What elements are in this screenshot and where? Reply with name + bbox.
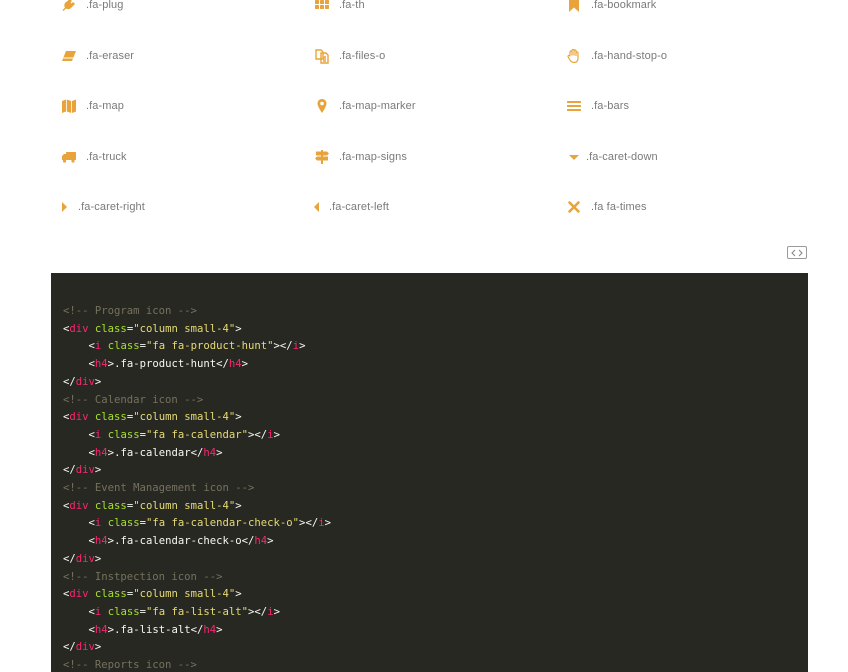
icon-label: .fa-map-marker <box>339 100 416 112</box>
icon-label: .fa-th <box>339 0 365 11</box>
code-line: </div> <box>63 552 102 565</box>
icon-label: .fa-plug <box>86 0 124 11</box>
code-line: <i class="fa fa-list-alt"></i> <box>88 605 280 618</box>
icon-label: .fa-caret-left <box>329 201 390 213</box>
icon-label: .fa-bars <box>591 100 630 112</box>
code-content: <!-- Program icon --> <div class="column … <box>51 273 808 672</box>
map-marker-icon <box>313 97 331 115</box>
icon-label: .fa fa-times <box>591 201 647 213</box>
icon-label: .fa-eraser <box>86 50 135 62</box>
icon-item-caret-left[interactable]: .fa-caret-left <box>311 195 389 219</box>
caret-left-icon <box>311 198 323 216</box>
code-line: <!-- Reports icon --> <box>63 659 197 672</box>
code-line: <!-- Program icon --> <box>63 305 197 317</box>
code-line: <i class="fa fa-calendar"></i> <box>88 428 280 441</box>
icon-item-caret-down[interactable]: .fa-caret-down <box>565 145 658 169</box>
code-line: <div class="column small-4"> <box>63 499 242 512</box>
code-line: <h4>.fa-calendar-check-o</h4> <box>88 535 274 548</box>
icon-row: .fa-eraser .fa-files-o .fa-hand-stop-o <box>58 44 818 68</box>
icon-grid: .fa-plug .fa-th .fa-bookmark .fa-eraser <box>58 0 818 230</box>
caret-down-icon <box>565 148 583 166</box>
icon-item-bookmark[interactable]: .fa-bookmark <box>565 0 656 17</box>
icon-row: .fa-caret-right .fa-caret-left .fa fa-ti… <box>58 195 818 219</box>
code-line: <h4>.fa-calendar</h4> <box>88 446 223 459</box>
icon-label: .fa-map <box>86 100 124 112</box>
code-line: <div class="column small-4"> <box>63 411 242 424</box>
times-icon <box>565 198 583 216</box>
code-line: <div class="column small-4"> <box>63 588 242 601</box>
icon-item-caret-right[interactable]: .fa-caret-right <box>58 195 145 219</box>
map-icon <box>60 97 78 115</box>
code-toggle-button[interactable] <box>787 246 807 259</box>
code-line: <i class="fa fa-product-hunt"></i> <box>88 340 306 353</box>
bars-icon <box>565 97 583 115</box>
icon-label: .fa-hand-stop-o <box>591 50 668 62</box>
code-block: <!-- Program icon --> <div class="column … <box>51 273 808 672</box>
plug-icon <box>60 0 78 14</box>
hand-stop-o-icon <box>565 47 583 65</box>
icon-item-times[interactable]: .fa fa-times <box>565 195 647 219</box>
code-line: <!-- Calendar icon --> <box>63 393 204 406</box>
code-icon <box>791 249 803 257</box>
icon-item-map[interactable]: .fa-map <box>60 94 124 118</box>
icon-item-bars[interactable]: .fa-bars <box>565 94 629 118</box>
code-line: <h4>.fa-product-hunt</h4> <box>88 358 249 371</box>
icon-row: .fa-plug .fa-th .fa-bookmark <box>58 0 818 17</box>
icon-label: .fa-truck <box>86 151 127 163</box>
code-line: </div> <box>63 464 102 477</box>
files-o-icon <box>313 47 331 65</box>
caret-right-icon <box>58 198 70 216</box>
code-line: </div> <box>63 641 102 654</box>
code-line: <!-- Event Management icon --> <box>63 482 255 495</box>
icon-item-plug[interactable]: .fa-plug <box>60 0 124 17</box>
icon-item-map-signs[interactable]: .fa-map-signs <box>313 145 407 169</box>
icon-item-hand-stop-o[interactable]: .fa-hand-stop-o <box>565 44 667 68</box>
map-signs-icon <box>313 148 331 166</box>
icon-item-truck[interactable]: .fa-truck <box>60 145 127 169</box>
icon-item-th[interactable]: .fa-th <box>313 0 365 17</box>
icon-row: .fa-truck .fa-map-signs .fa-caret-down <box>58 145 818 169</box>
truck-icon <box>60 148 78 166</box>
icon-row: .fa-map .fa-map-marker .fa-bars <box>58 94 818 118</box>
eraser-icon <box>60 47 78 65</box>
th-icon <box>313 0 331 14</box>
icon-item-files-o[interactable]: .fa-files-o <box>313 44 385 68</box>
icon-label: .fa-bookmark <box>591 0 657 11</box>
icon-label: .fa-files-o <box>339 50 386 62</box>
icon-label: .fa-caret-down <box>586 151 658 163</box>
icon-item-map-marker[interactable]: .fa-map-marker <box>313 94 416 118</box>
code-line: <h4>.fa-list-alt</h4> <box>88 623 223 636</box>
code-line: </div> <box>63 375 102 388</box>
icon-label: .fa-map-signs <box>339 151 407 163</box>
code-line: <i class="fa fa-calendar-check-o"></i> <box>88 517 331 530</box>
code-line: <div class="column small-4"> <box>63 322 242 335</box>
icon-label: .fa-caret-right <box>78 201 145 213</box>
icon-item-eraser[interactable]: .fa-eraser <box>60 44 134 68</box>
code-line: <!-- Instpection icon --> <box>63 570 223 583</box>
bookmark-icon <box>565 0 583 14</box>
